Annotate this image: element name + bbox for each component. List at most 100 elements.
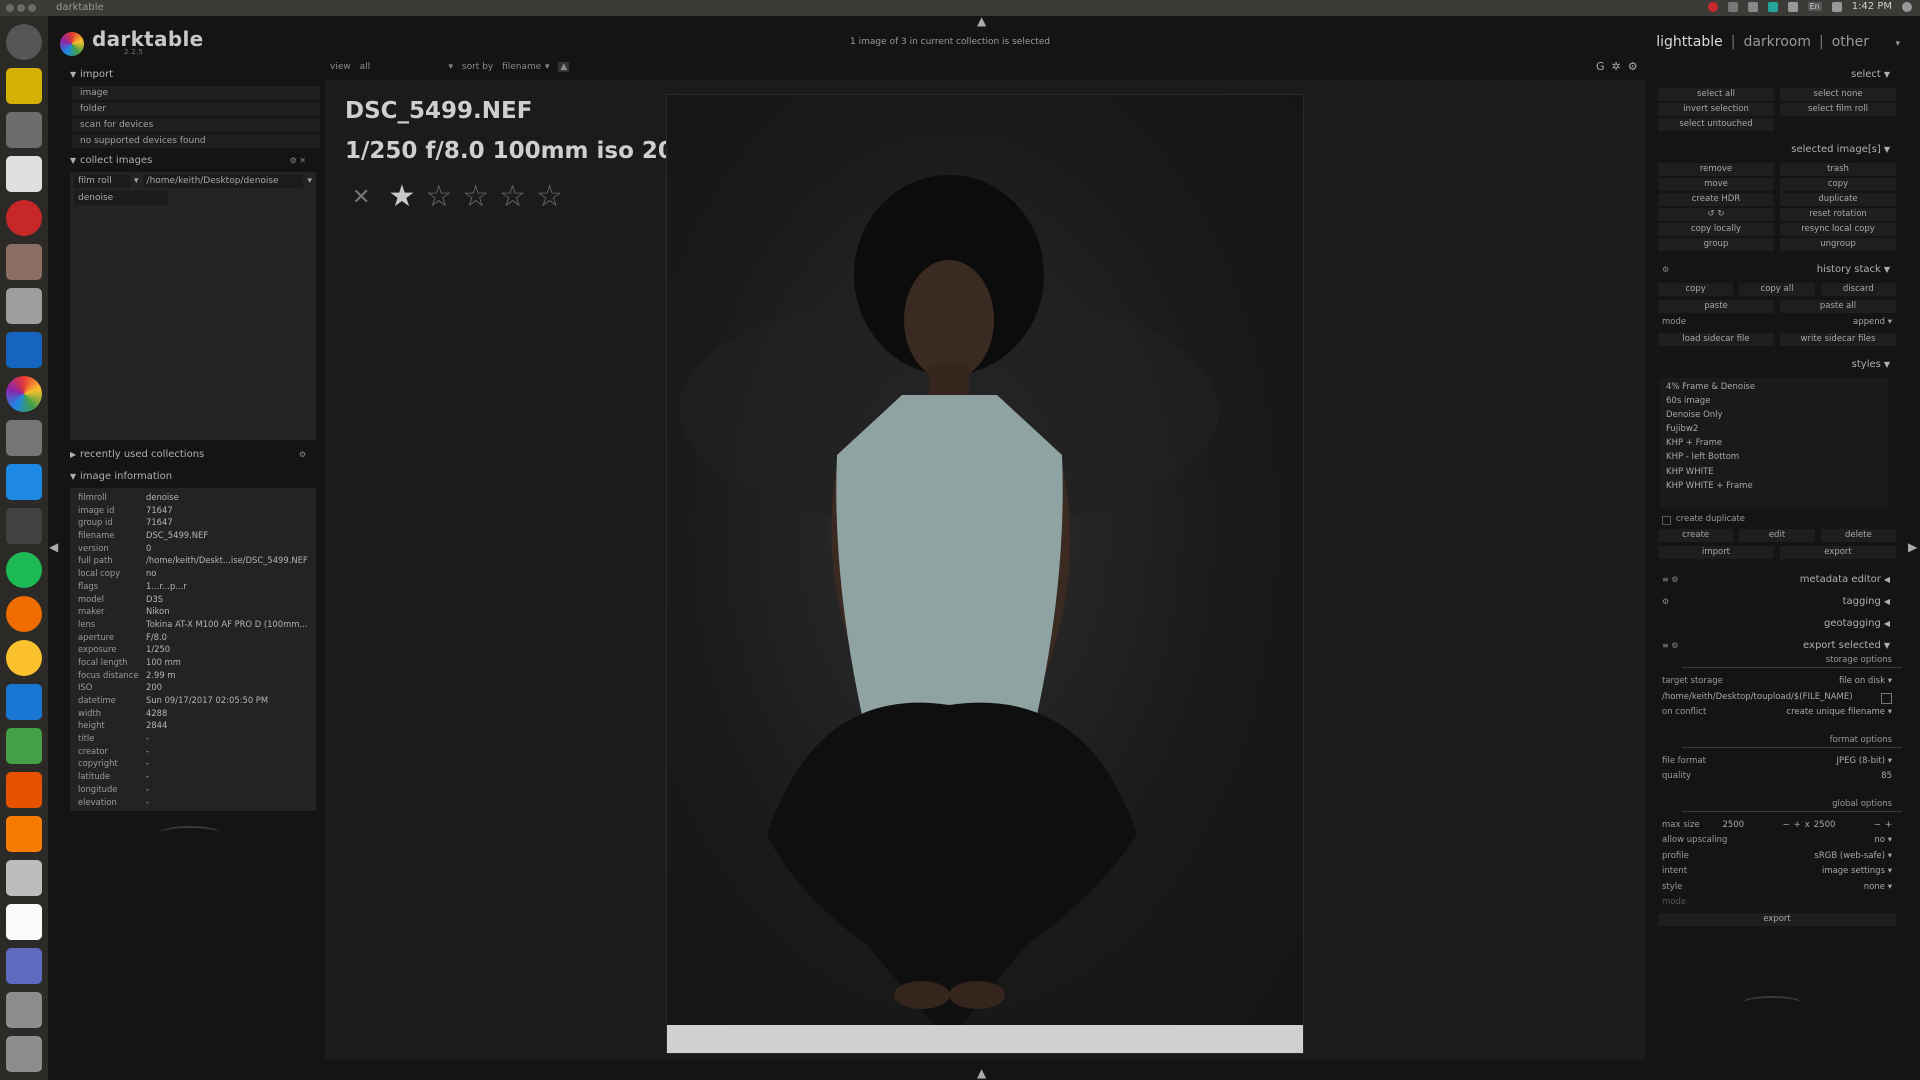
monitor-icon[interactable] bbox=[6, 464, 42, 500]
sublime-text-icon[interactable] bbox=[6, 156, 42, 192]
collection-item[interactable]: denoise bbox=[74, 191, 168, 205]
select-all-button[interactable]: select all bbox=[1658, 88, 1774, 101]
style-delete-button[interactable]: delete bbox=[1820, 529, 1896, 542]
chevron-down-icon[interactable]: ▾ bbox=[545, 62, 550, 72]
sort-order-icon[interactable]: ▲ bbox=[558, 62, 570, 72]
max-width-input[interactable]: 2500 bbox=[1722, 818, 1778, 834]
history-paste-button[interactable]: paste bbox=[1658, 300, 1774, 313]
export-selected-header[interactable]: ≡ ⚙ export selected ▼ bbox=[1652, 639, 1902, 653]
import-folder-button[interactable]: folder bbox=[72, 102, 320, 116]
create-hdr-button[interactable]: create HDR bbox=[1658, 193, 1774, 206]
window-controls[interactable] bbox=[6, 4, 39, 15]
style-item[interactable]: KHP WHITE bbox=[1660, 465, 1888, 479]
select-film-roll-button[interactable]: select film roll bbox=[1780, 103, 1896, 116]
maximize-dot-icon[interactable] bbox=[28, 4, 36, 12]
select-none-button[interactable]: select none bbox=[1780, 88, 1896, 101]
style-edit-button[interactable]: edit bbox=[1739, 529, 1815, 542]
sort-select[interactable]: filename bbox=[502, 62, 541, 72]
amazon-icon[interactable] bbox=[6, 904, 42, 940]
close-dot-icon[interactable] bbox=[6, 4, 14, 12]
impress-icon[interactable] bbox=[6, 772, 42, 808]
create-duplicate-checkbox[interactable] bbox=[1662, 515, 1671, 525]
style-item[interactable]: KHP WHITE + Frame bbox=[1660, 479, 1888, 493]
rating-star-icon[interactable]: ★ bbox=[388, 182, 415, 212]
presets-icon[interactable]: ≡ ⚙ bbox=[1662, 639, 1678, 653]
rating-star-icon[interactable]: ☆ bbox=[499, 182, 526, 212]
select-untouched-button[interactable]: select untouched bbox=[1658, 118, 1774, 131]
minus-icon[interactable]: − bbox=[1782, 818, 1789, 834]
ungroup-button[interactable]: ungroup bbox=[1780, 238, 1896, 251]
select-header[interactable]: select ▼ bbox=[1652, 68, 1902, 82]
style-item[interactable]: Denoise Only bbox=[1660, 408, 1888, 422]
chevron-down-icon[interactable]: ▾ bbox=[448, 62, 453, 72]
metadata-editor-header[interactable]: ≡ ⚙ metadata editor ◀ bbox=[1652, 573, 1902, 587]
app-icon-2[interactable] bbox=[6, 244, 42, 280]
style-item[interactable]: 4% Frame & Denoise bbox=[1660, 380, 1888, 394]
keyboard-layout[interactable]: En bbox=[1807, 2, 1822, 11]
resync-local-copy-button[interactable]: resync local copy bbox=[1780, 223, 1896, 236]
spotify-icon[interactable] bbox=[6, 552, 42, 588]
dropbox-icon[interactable] bbox=[1747, 1, 1758, 12]
chevron-down-icon[interactable]: ▾ bbox=[307, 175, 312, 188]
export-path-input[interactable]: /home/keith/Desktop/toupload/$(FILE_NAME… bbox=[1662, 690, 1853, 706]
files-icon[interactable] bbox=[6, 288, 42, 324]
image-information-header[interactable]: ▼ image information bbox=[68, 470, 318, 484]
view-filter-select[interactable]: all bbox=[360, 62, 440, 72]
rating-star-icon[interactable]: ☆ bbox=[425, 182, 452, 212]
app-icon-6[interactable] bbox=[6, 1036, 42, 1072]
rating-star-icon[interactable]: ☆ bbox=[462, 182, 489, 212]
reset-icon[interactable]: ⚙ bbox=[1662, 595, 1669, 609]
remove-button[interactable]: remove bbox=[1658, 163, 1774, 176]
minimize-dot-icon[interactable] bbox=[17, 4, 25, 12]
write-sidecar-button[interactable]: write sidecar files bbox=[1780, 332, 1896, 346]
styles-header[interactable]: styles ▼ bbox=[1652, 358, 1902, 372]
style-item[interactable]: Fujibw2 bbox=[1660, 422, 1888, 436]
preferences-gear-icon[interactable]: ⚙ bbox=[1628, 60, 1638, 73]
allow-upscaling-row[interactable]: allow upscaling no ▾ bbox=[1652, 833, 1902, 849]
tagging-header[interactable]: ⚙ tagging ◀ bbox=[1652, 595, 1902, 609]
chrome-icon[interactable] bbox=[6, 640, 42, 676]
trash-icon[interactable] bbox=[6, 992, 42, 1028]
selected-images-header[interactable]: selected image[s] ▼ bbox=[1652, 143, 1902, 157]
profile-row[interactable]: profile sRGB (web-safe) ▾ bbox=[1652, 849, 1902, 865]
collect-mode-select[interactable]: film roll bbox=[74, 175, 130, 188]
style-import-button[interactable]: import bbox=[1658, 546, 1774, 559]
invert-selection-button[interactable]: invert selection bbox=[1658, 103, 1774, 116]
wifi-icon[interactable] bbox=[1787, 1, 1798, 12]
style-export-button[interactable]: export bbox=[1780, 546, 1896, 559]
calc-icon[interactable] bbox=[6, 728, 42, 764]
gear-icon[interactable] bbox=[1902, 1, 1912, 12]
history-paste-all-button[interactable]: paste all bbox=[1780, 300, 1896, 313]
history-copy-all-button[interactable]: copy all bbox=[1739, 283, 1815, 296]
on-conflict-row[interactable]: on conflict create unique filename ▾ bbox=[1652, 705, 1902, 721]
load-sidecar-button[interactable]: load sidecar file bbox=[1658, 332, 1774, 346]
history-mode-row[interactable]: mode append ▾ bbox=[1652, 315, 1902, 331]
star-overlay-icon[interactable]: ✲ bbox=[1612, 60, 1621, 73]
clock[interactable]: 1:42 PM bbox=[1852, 1, 1892, 12]
target-storage-row[interactable]: target storage file on disk ▾ bbox=[1652, 674, 1902, 690]
record-icon[interactable] bbox=[1707, 1, 1718, 12]
intent-row[interactable]: intent image settings ▾ bbox=[1652, 864, 1902, 880]
writer-icon[interactable] bbox=[6, 684, 42, 720]
grouping-icon[interactable]: G bbox=[1596, 60, 1605, 73]
style-item[interactable]: KHP - left Bottom bbox=[1660, 450, 1888, 464]
camera-app-icon[interactable] bbox=[6, 112, 42, 148]
plus-icon[interactable]: + bbox=[1794, 818, 1801, 834]
app-icon-1[interactable] bbox=[6, 68, 42, 104]
network-status-icon[interactable] bbox=[1767, 1, 1778, 12]
reset-rotation-button[interactable]: reset rotation bbox=[1780, 208, 1896, 221]
settings-icon[interactable] bbox=[6, 860, 42, 896]
opera-icon[interactable] bbox=[6, 200, 42, 236]
app-icon-3[interactable] bbox=[6, 332, 42, 368]
import-header[interactable]: ▼ import bbox=[68, 68, 318, 82]
view-menu-chevron-icon[interactable]: ▾ bbox=[1895, 39, 1900, 49]
create-duplicate-row[interactable]: create duplicate bbox=[1652, 512, 1902, 528]
history-stack-header[interactable]: ⚙ history stack ▼ bbox=[1652, 263, 1902, 277]
reset-icon[interactable]: ⚙ bbox=[1662, 263, 1669, 277]
group-button[interactable]: group bbox=[1658, 238, 1774, 251]
max-height-input[interactable]: 2500 bbox=[1814, 818, 1870, 834]
trash-button[interactable]: trash bbox=[1780, 163, 1896, 176]
view-lighttable[interactable]: lighttable bbox=[1656, 34, 1723, 50]
history-discard-button[interactable]: discard bbox=[1820, 283, 1896, 296]
reset-icon[interactable]: ⚙ bbox=[299, 448, 306, 462]
